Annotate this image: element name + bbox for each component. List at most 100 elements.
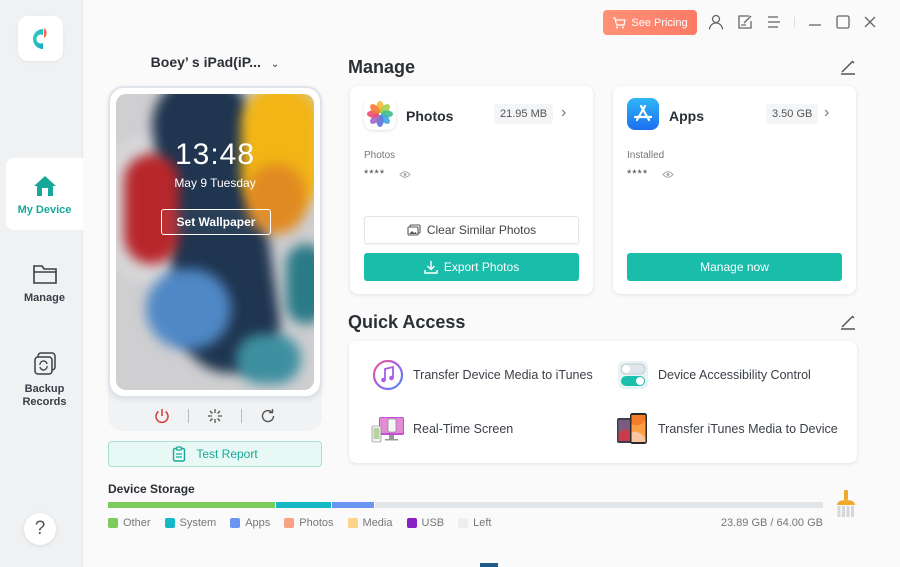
photos-card: Photos 21.95 MB › Photos **** Clear Simi… <box>350 86 593 294</box>
download-icon <box>424 261 438 274</box>
quick-access-item-transfer-to-itunes[interactable]: Transfer Device Media to iTunes <box>371 358 593 392</box>
close-icon[interactable] <box>861 13 879 31</box>
apps-size-badge: 3.50 GB <box>766 104 819 124</box>
minimize-icon[interactable] <box>806 13 824 31</box>
photos-chevron-right-icon[interactable]: › <box>561 104 566 122</box>
quick-access-label: Device Accessibility Control <box>658 368 811 382</box>
repair-button[interactable] <box>189 408 241 424</box>
refresh-icon <box>261 409 275 423</box>
device-preview: 13:48 May 9 Tuesday Set Wallpaper <box>108 86 322 431</box>
apps-count-masked: **** <box>627 168 649 180</box>
chevron-down-icon: ⌄ <box>270 59 280 70</box>
legend-swatch <box>284 518 295 528</box>
storage-segment-system <box>276 502 332 508</box>
quick-access-item-transfer-to-device[interactable]: Transfer iTunes Media to Device <box>616 412 838 446</box>
backup-icon <box>33 352 56 375</box>
app-logo <box>18 16 63 61</box>
app-logo-icon <box>32 27 47 49</box>
legend-item-system: System <box>164 517 216 529</box>
taskbar-indicator <box>480 563 498 567</box>
clear-similar-photos-label: Clear Similar Photos <box>426 223 537 237</box>
set-wallpaper-button[interactable]: Set Wallpaper <box>161 209 271 235</box>
wallpaper-blob <box>286 244 314 324</box>
see-pricing-button[interactable]: See Pricing <box>603 10 697 35</box>
help-icon: ? <box>34 518 46 539</box>
photos-title: Photos <box>406 108 454 124</box>
help-button[interactable]: ? <box>24 513 56 545</box>
edit-quick-access-icon[interactable] <box>839 313 857 331</box>
broom-icon <box>837 490 855 517</box>
sidebar-item-backup-records[interactable]: Backup Records <box>6 351 83 409</box>
device-wallpaper: 13:48 May 9 Tuesday Set Wallpaper <box>116 94 314 390</box>
legend-item-apps: Apps <box>230 517 270 529</box>
clean-broom-button[interactable] <box>834 489 858 519</box>
app-store-icon <box>627 98 659 130</box>
legend-label: USB <box>421 517 445 529</box>
edit-manage-icon[interactable] <box>839 58 857 76</box>
device-name: Boey’ s iPad(iP... <box>150 54 261 70</box>
power-icon <box>155 409 169 424</box>
legend-label: Photos <box>299 517 334 529</box>
clipboard-icon <box>173 446 186 462</box>
apps-card: Apps 3.50 GB › Installed **** Manage now <box>613 86 856 294</box>
legend-swatch <box>347 518 358 528</box>
home-icon <box>33 176 56 196</box>
device-screen-frame: 13:48 May 9 Tuesday Set Wallpaper <box>108 86 322 398</box>
sidebar-item-label: My Device <box>17 204 72 216</box>
quick-access-label: Transfer iTunes Media to Device <box>658 422 838 436</box>
apps-chevron-right-icon[interactable]: › <box>824 104 829 122</box>
eye-icon[interactable] <box>662 170 674 179</box>
quick-access-item-real-time-screen[interactable]: Real-Time Screen <box>371 412 513 446</box>
photos-sub-label: Photos <box>364 150 396 161</box>
legend-item-media: Media <box>347 517 393 529</box>
quick-access-title: Quick Access <box>348 312 466 332</box>
manage-now-button[interactable]: Manage now <box>627 253 842 281</box>
clear-similar-photos-button[interactable]: Clear Similar Photos <box>364 216 579 244</box>
legend-item-other: Other <box>108 517 151 529</box>
storage-segment-apps <box>331 502 375 508</box>
phones-icon <box>616 412 650 446</box>
quick-access-item-accessibility-control[interactable]: Device Accessibility Control <box>616 358 811 392</box>
toggle-icon <box>616 358 650 392</box>
see-pricing-label: See Pricing <box>631 16 688 29</box>
export-photos-label: Export Photos <box>443 260 520 274</box>
wallpaper-blob <box>236 334 301 384</box>
power-button[interactable] <box>136 408 188 424</box>
legend-label: Apps <box>245 517 271 529</box>
legend-swatch <box>230 518 241 528</box>
export-photos-button[interactable]: Export Photos <box>364 253 579 281</box>
app-window: My Device Manage Backup Records ? See Pr… <box>0 0 900 567</box>
storage-legend: Other System Apps Photos Media USB Left <box>108 517 505 529</box>
storage-total: 23.89 GB / 64.00 GB <box>720 517 823 529</box>
toolbar-divider <box>794 17 795 27</box>
refresh-button[interactable] <box>242 408 294 424</box>
apps-count: **** <box>627 168 674 180</box>
cart-icon <box>613 16 627 28</box>
sidebar-item-my-device[interactable]: My Device <box>6 158 83 230</box>
quick-access-card: Transfer Device Media to iTunes Device A… <box>349 341 857 463</box>
sidebar: My Device Manage Backup Records ? <box>0 0 83 567</box>
legend-swatch <box>164 518 175 528</box>
maximize-icon[interactable] <box>834 13 852 31</box>
apps-sub-label: Installed <box>627 150 665 161</box>
feedback-edit-icon[interactable] <box>736 13 754 31</box>
device-selector[interactable]: Boey’ s iPad(iP... ⌄ <box>108 54 322 70</box>
photos-size-badge: 21.95 MB <box>494 104 554 124</box>
wallpaper-blob <box>146 269 231 349</box>
menu-icon[interactable] <box>765 13 783 31</box>
storage-bar <box>108 502 823 508</box>
eye-icon[interactable] <box>399 170 411 179</box>
folder-icon <box>32 265 57 284</box>
user-icon[interactable] <box>707 13 725 31</box>
photos-stack-icon <box>407 224 421 236</box>
test-report-button[interactable]: Test Report <box>108 441 322 467</box>
device-clock: 13:48 <box>174 138 256 171</box>
legend-label: Left <box>473 517 492 529</box>
manage-now-label: Manage now <box>700 260 769 274</box>
legend-item-usb: USB <box>406 517 445 529</box>
screen-mirror-icon <box>371 412 405 446</box>
manage-title: Manage <box>348 57 416 77</box>
storage-segment-other <box>108 502 277 508</box>
sidebar-item-manage[interactable]: Manage <box>6 262 83 305</box>
photos-count: **** <box>364 168 411 180</box>
